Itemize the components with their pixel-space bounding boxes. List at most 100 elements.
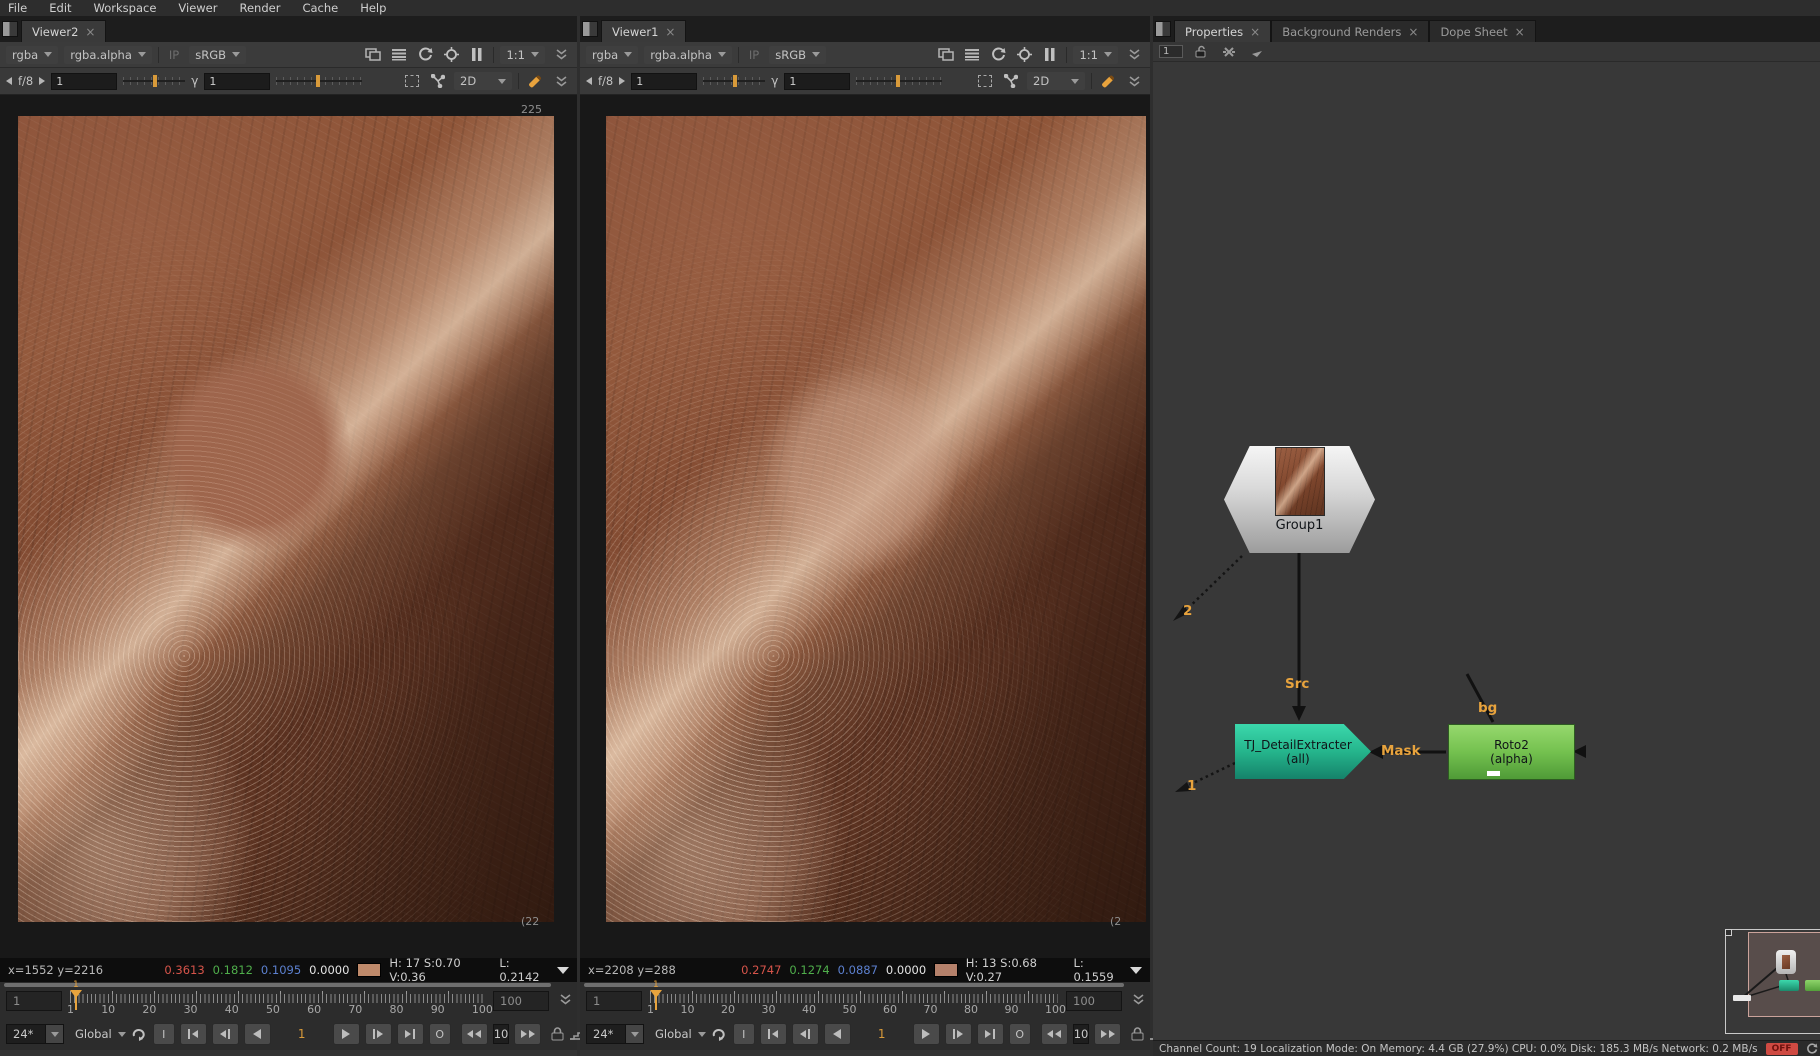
exposure-input[interactable]: 1 (631, 73, 697, 90)
exposure-slider[interactable] (123, 74, 185, 88)
proxy-toggle-icon[interactable] (1001, 72, 1021, 90)
gamma-slider[interactable] (276, 74, 362, 88)
menu-item[interactable]: Render (239, 1, 280, 15)
close-icon[interactable]: × (1408, 27, 1418, 37)
refresh-icon[interactable] (415, 46, 435, 64)
viewer2-image[interactable] (18, 116, 554, 922)
range-mode-select[interactable]: Global (649, 1024, 706, 1044)
collapse-chevrons-icon[interactable] (551, 46, 571, 64)
current-frame[interactable]: 1 (856, 1027, 908, 1041)
exposure-next-icon[interactable] (39, 77, 45, 85)
play-forward-button[interactable] (913, 1023, 940, 1045)
collapse-chevrons-icon[interactable] (1124, 46, 1144, 64)
pause-icon[interactable] (1040, 46, 1060, 64)
menu-item[interactable]: Edit (49, 1, 71, 15)
play-backward-button[interactable] (824, 1023, 851, 1045)
view-mode-select[interactable]: 2D (454, 72, 512, 90)
range-end-input[interactable]: 100 (493, 991, 549, 1011)
stack-mode-icon[interactable] (962, 46, 982, 64)
exposure-prev-icon[interactable] (6, 77, 12, 85)
set-in-button[interactable]: I (153, 1023, 175, 1045)
node-graph-minimap[interactable] (1725, 929, 1820, 1034)
exposure-next-icon[interactable] (619, 77, 625, 85)
pane-split-icon[interactable] (2, 21, 18, 37)
menu-item[interactable]: Cache (302, 1, 338, 15)
range-end-input[interactable]: 100 (1066, 991, 1122, 1011)
frame-ruler[interactable]: 1102030405060708090100 1 (650, 990, 1058, 1014)
roi-icon[interactable] (975, 72, 995, 90)
pane-split-icon[interactable] (1155, 21, 1171, 37)
range-start-input[interactable]: 1 (6, 991, 62, 1011)
roi-icon[interactable] (402, 72, 422, 90)
gain-target-icon[interactable] (1014, 46, 1034, 64)
lut-select[interactable]: sRGB (189, 46, 246, 64)
node-group1[interactable]: Group1 (1224, 446, 1375, 553)
annotate-pencil-icon[interactable] (525, 72, 545, 90)
proxy-toggle-icon[interactable] (428, 72, 448, 90)
loop-mode-icon[interactable] (131, 1025, 148, 1043)
close-icon[interactable]: × (85, 27, 95, 37)
exposure-prev-icon[interactable] (586, 77, 592, 85)
fps-select[interactable]: 24* (6, 1024, 64, 1044)
prev-keyframe-button[interactable] (212, 1023, 239, 1045)
range-mode-select[interactable]: Global (69, 1024, 126, 1044)
input-process-toggle[interactable]: IP (165, 48, 183, 62)
clear-panels-icon[interactable] (1219, 43, 1239, 61)
exposure-slider[interactable] (703, 74, 765, 88)
menu-item[interactable]: Workspace (94, 1, 157, 15)
alpha-layer-select[interactable]: rgba.alpha (644, 46, 732, 64)
gamma-input[interactable]: 1 (204, 73, 270, 90)
lut-select[interactable]: sRGB (769, 46, 826, 64)
layer-select[interactable]: rgba (586, 46, 638, 64)
gain-target-icon[interactable] (441, 46, 461, 64)
set-in-button[interactable]: I (733, 1023, 755, 1045)
pause-icon[interactable] (467, 46, 487, 64)
readout-dropdown-icon[interactable] (1130, 967, 1142, 974)
goto-end-button[interactable] (397, 1023, 424, 1045)
close-icon[interactable]: × (665, 27, 675, 37)
tab-viewer2[interactable]: Viewer2 × (21, 20, 106, 42)
alpha-layer-select[interactable]: rgba.alpha (64, 46, 152, 64)
lock-range-icon[interactable] (551, 1025, 564, 1043)
viewer1-canvas[interactable]: (2 (580, 95, 1150, 958)
play-forward-button[interactable] (333, 1023, 360, 1045)
menu-item[interactable]: File (8, 1, 27, 15)
goto-start-button[interactable] (180, 1023, 207, 1045)
monitor-out-icon[interactable] (936, 46, 956, 64)
step-size-input[interactable]: 10 (1073, 1024, 1090, 1044)
stack-mode-icon[interactable] (389, 46, 409, 64)
unlock-icon[interactable] (1191, 43, 1211, 61)
set-out-button[interactable]: O (1009, 1023, 1031, 1045)
timeline-scrollbar[interactable] (4, 983, 551, 987)
node-graph[interactable]: Group1 TJ_DetailExtracter (all) Roto2 (a… (1153, 62, 1820, 1040)
step-forward-button[interactable] (1094, 1023, 1121, 1045)
gamma-slider[interactable] (856, 74, 942, 88)
prev-keyframe-button[interactable] (792, 1023, 819, 1045)
menu-item[interactable]: Help (360, 1, 386, 15)
tab-properties[interactable]: Properties × (1174, 20, 1271, 42)
readout-dropdown-icon[interactable] (557, 967, 569, 974)
close-icon[interactable]: × (1515, 27, 1525, 37)
step-back-button[interactable] (1041, 1023, 1068, 1045)
view-mode-select[interactable]: 2D (1027, 72, 1085, 90)
menu-item[interactable]: Viewer (178, 1, 217, 15)
input-process-toggle[interactable]: IP (745, 48, 763, 62)
collapse-chevrons-icon[interactable] (560, 994, 571, 1005)
viewer1-image[interactable] (606, 116, 1146, 922)
node-roto2[interactable]: Roto2 (alpha) (1448, 724, 1575, 780)
pane-split-icon[interactable] (582, 21, 598, 37)
collapse-chevrons-icon[interactable] (551, 72, 571, 90)
goto-end-button[interactable] (977, 1023, 1004, 1045)
refresh-status-icon[interactable] (1806, 1040, 1818, 1056)
refresh-icon[interactable] (988, 46, 1008, 64)
lock-range-icon[interactable] (1131, 1025, 1144, 1043)
gamma-input[interactable]: 1 (784, 73, 850, 90)
next-keyframe-button[interactable] (945, 1023, 972, 1045)
cursor-arrow-icon[interactable] (1247, 43, 1267, 61)
node-detail-extracter[interactable]: TJ_DetailExtracter (all) (1235, 724, 1371, 779)
viewer2-canvas[interactable]: 225 (22 (0, 95, 577, 958)
collapse-chevrons-icon[interactable] (1124, 72, 1144, 90)
zoom-select[interactable]: 1:1 (1073, 46, 1118, 64)
step-size-input[interactable]: 10 (493, 1024, 510, 1044)
play-backward-button[interactable] (244, 1023, 271, 1045)
